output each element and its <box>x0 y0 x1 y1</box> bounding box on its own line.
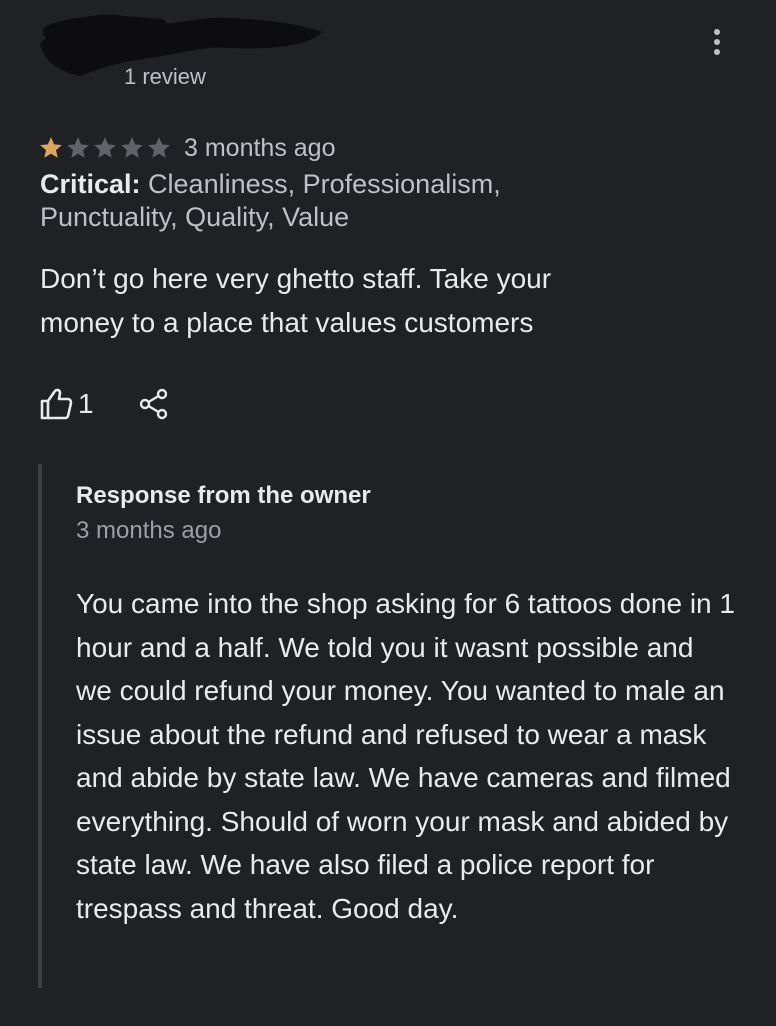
owner-response-text: You came into the shop asking for 6 tatt… <box>76 588 735 924</box>
star-filled-icon <box>40 137 62 158</box>
review-actions: 1 <box>38 384 170 424</box>
critical-label: Critical: <box>40 169 141 199</box>
star-rating <box>38 135 172 161</box>
star-empty-icon <box>67 137 89 158</box>
more-vert-icon-dot <box>714 39 720 45</box>
more-vert-icon-dot <box>714 49 720 55</box>
share-button[interactable] <box>138 388 170 420</box>
review-text: Don’t go here very ghetto staff. Take yo… <box>40 263 552 338</box>
owner-response: Response from the owner 3 months ago You… <box>38 464 742 988</box>
star-empty-icon <box>94 137 116 158</box>
star-empty-icon <box>148 137 170 158</box>
more-vert-icon <box>714 29 720 35</box>
thumbs-up-icon <box>40 388 73 420</box>
star-empty-icon <box>121 137 143 158</box>
rating-row: 3 months ago <box>38 131 336 165</box>
owner-response-title: Response from the owner <box>76 482 371 509</box>
reviewer-review-count: 1 review <box>124 64 206 89</box>
review-date: 3 months ago <box>184 133 336 162</box>
share-icon <box>139 388 167 420</box>
like-count: 1 <box>78 388 94 419</box>
critical-attributes: Critical: Cleanliness, Professionalism, … <box>40 168 600 234</box>
more-options-button[interactable] <box>700 22 734 62</box>
owner-response-date: 3 months ago <box>76 517 222 544</box>
like-button[interactable]: 1 <box>38 387 94 421</box>
